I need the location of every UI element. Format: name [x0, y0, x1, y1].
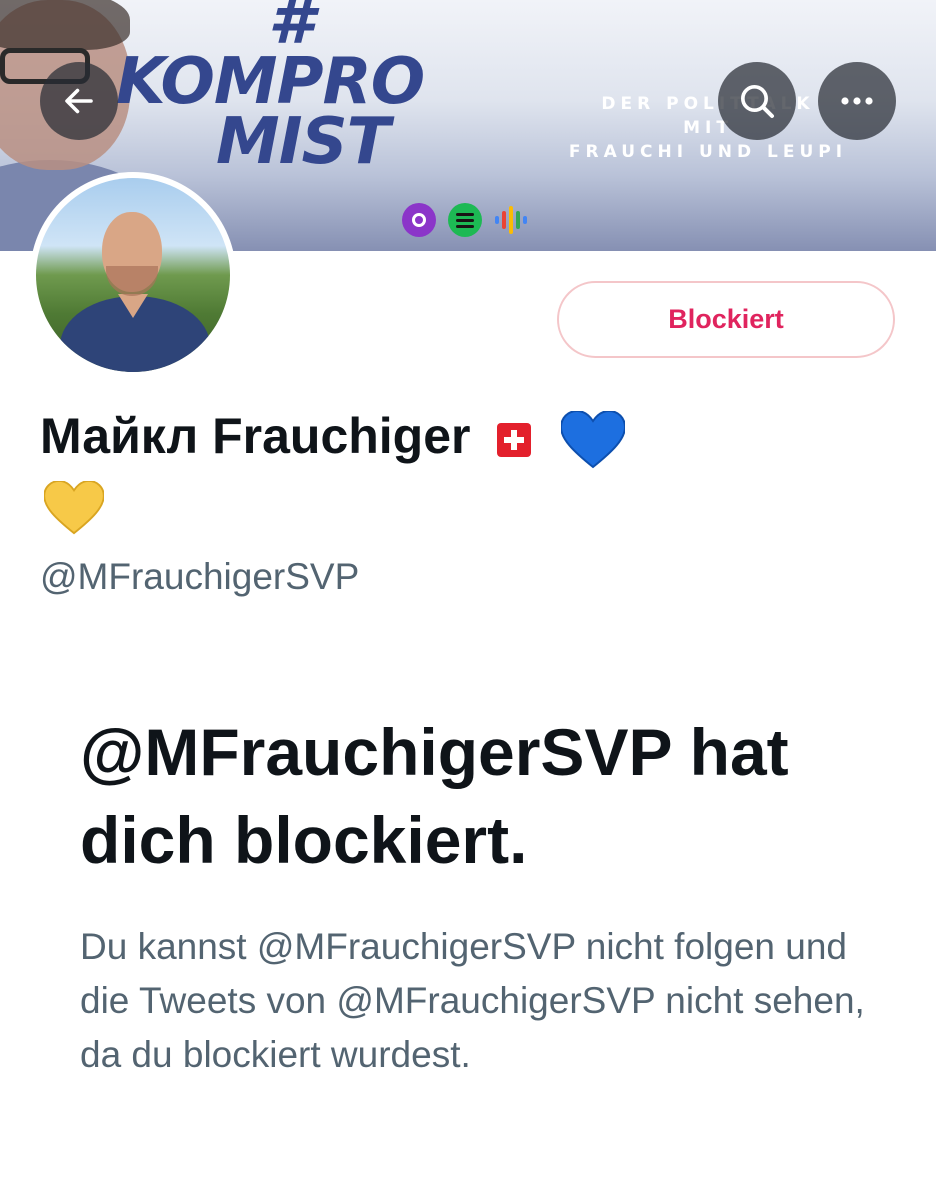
arrow-left-icon — [65, 88, 93, 114]
search-button[interactable] — [718, 62, 796, 140]
more-horizontal-icon — [841, 97, 873, 105]
blocked-notice-title: @MFrauchigerSVP hat dich blockiert. — [80, 715, 789, 877]
banner-title: KOMPRO MIST — [116, 50, 425, 179]
swiss-flag-icon — [496, 422, 531, 457]
blue-heart-icon — [560, 410, 625, 469]
blocked-button[interactable]: Blockiert — [557, 281, 895, 358]
banner-subtitle-line2: MIT — [683, 118, 733, 138]
search-icon — [741, 85, 774, 118]
spotify-icon — [448, 203, 482, 237]
banner-subtitle-line3: FRAUCHI UND LEUPI — [568, 142, 848, 162]
apple-podcasts-icon — [402, 203, 436, 237]
back-button[interactable] — [40, 62, 118, 140]
avatar-photo — [36, 178, 230, 372]
banner-title-line2: MIST — [216, 105, 390, 179]
yellow-heart-icon — [44, 480, 104, 535]
profile-avatar[interactable] — [30, 172, 236, 378]
podcast-platform-icons — [402, 203, 528, 237]
google-podcasts-icon — [494, 203, 528, 237]
profile-name-text: Майкл Frauchiger — [40, 408, 471, 464]
blocked-notice-description: Du kannst @MFrauchigerSVP nicht folgen u… — [80, 926, 865, 1075]
profile-name: Майкл Frauchiger — [40, 402, 900, 538]
profile-handle: @MFrauchigerSVP — [40, 556, 360, 597]
more-options-button[interactable] — [818, 62, 896, 140]
